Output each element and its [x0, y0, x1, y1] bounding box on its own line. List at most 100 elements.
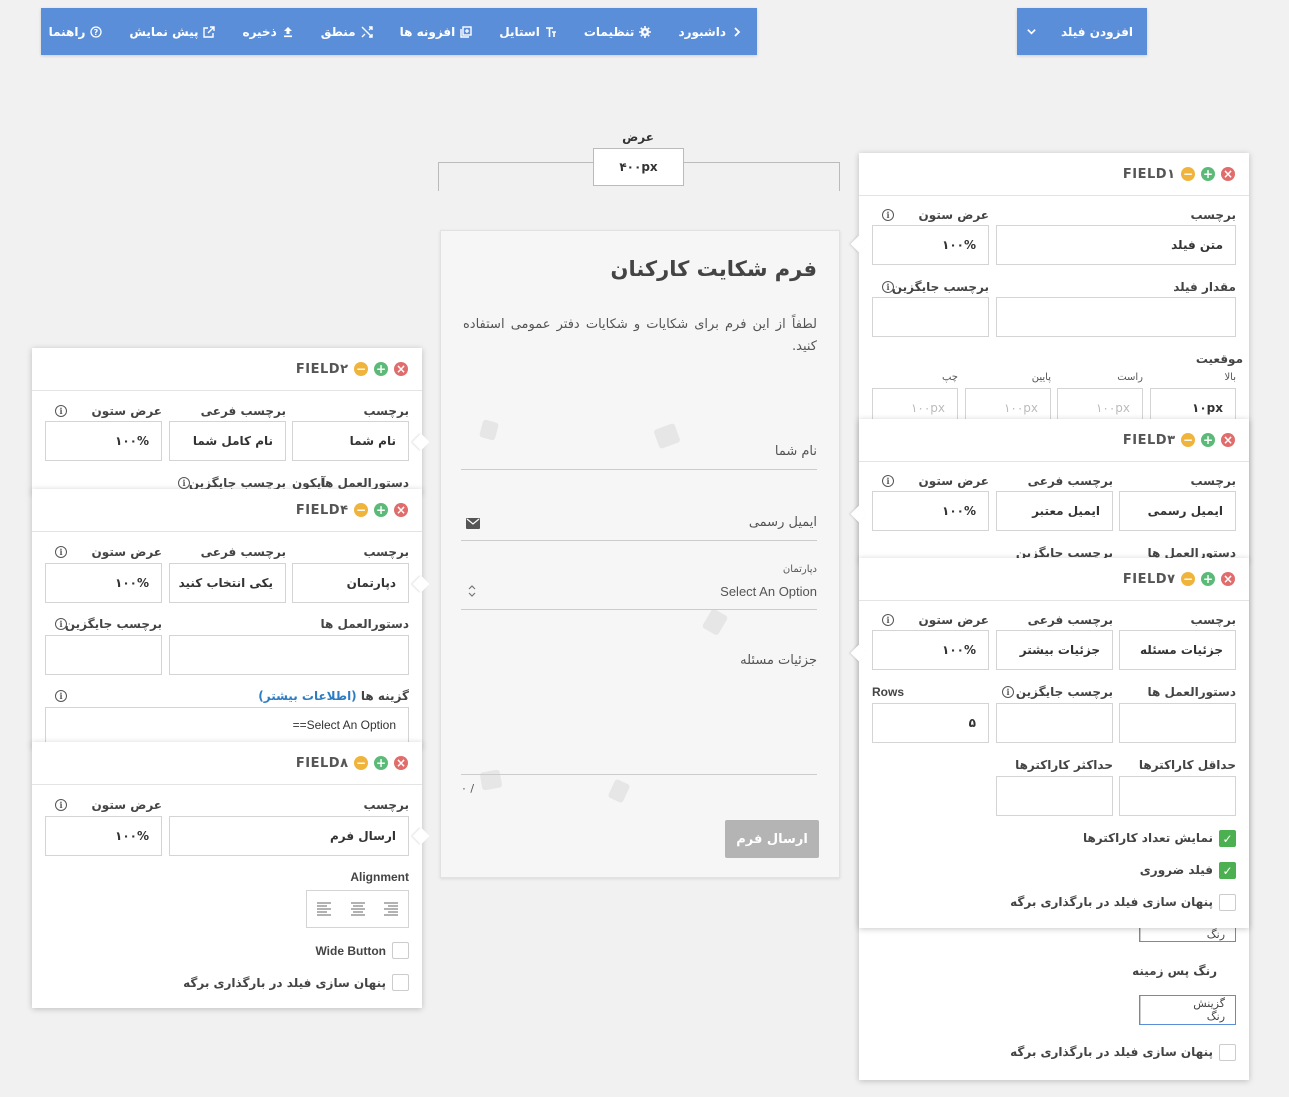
chevron-right-icon: [734, 26, 741, 37]
field7-width-input[interactable]: ۱۰۰%: [872, 630, 989, 670]
close-icon[interactable]: ×: [1221, 167, 1235, 181]
department-line: [461, 609, 817, 610]
nav-style[interactable]: استایل: [499, 25, 557, 39]
wide-button-checkbox[interactable]: [392, 942, 409, 959]
position-label: موقعیت: [1195, 352, 1243, 366]
field3-label-input[interactable]: ایمیل رسمی: [1119, 491, 1236, 531]
info-icon[interactable]: i: [55, 405, 67, 417]
field3-width-input[interactable]: ۱۰۰%: [872, 491, 989, 531]
add-icon[interactable]: +: [374, 756, 388, 770]
nav-preview-label: پیش نمایش: [129, 24, 199, 39]
field4-sublabel-input[interactable]: یکی انتخاب کنید: [169, 563, 286, 603]
help-icon: ?: [90, 25, 103, 38]
collapse-icon[interactable]: −: [354, 756, 368, 770]
field1-label-input[interactable]: متن فیلد: [996, 225, 1236, 265]
info-icon[interactable]: i: [178, 477, 190, 489]
department-select[interactable]: Select An Option: [720, 584, 817, 599]
add-icon[interactable]: +: [1201, 167, 1215, 181]
collapse-icon[interactable]: −: [1181, 167, 1195, 181]
info-icon[interactable]: i: [55, 799, 67, 811]
show-count-checkbox[interactable]: ✓: [1219, 830, 1236, 847]
name-field-line: [461, 469, 817, 470]
close-icon[interactable]: ×: [1221, 572, 1235, 586]
field7-placeholder-input[interactable]: [996, 703, 1113, 743]
field1-placeholder-input[interactable]: [872, 297, 989, 337]
info-icon[interactable]: i: [55, 618, 67, 630]
close-icon[interactable]: ×: [394, 362, 408, 376]
info-icon[interactable]: i: [1002, 686, 1014, 698]
field4-width-input[interactable]: ۱۰۰%: [45, 563, 162, 603]
info-icon[interactable]: i: [882, 209, 894, 221]
hide-on-load-checkbox[interactable]: [1219, 894, 1236, 911]
field3-sublabel-input[interactable]: ایمیل معتبر: [996, 491, 1113, 531]
field7-min-chars-input[interactable]: [1119, 776, 1236, 816]
collapse-icon[interactable]: −: [1181, 572, 1195, 586]
field7-rows-input[interactable]: ۵: [872, 703, 989, 743]
field7-label-input[interactable]: جزئیات مسئله: [1119, 630, 1236, 670]
label-label: برچسب: [1190, 208, 1236, 222]
hide-on-load-checkbox[interactable]: [392, 974, 409, 991]
info-icon[interactable]: i: [55, 690, 67, 702]
field7-sublabel-input[interactable]: جزئیات بیشتر: [996, 630, 1113, 670]
width-input[interactable]: ۴۰۰px: [593, 148, 684, 186]
field1-width-input[interactable]: ۱۰۰%: [872, 225, 989, 265]
field3-title: FIELD۳: [1122, 432, 1175, 448]
field7-instructions-input[interactable]: [1119, 703, 1236, 743]
name-field-placeholder[interactable]: نام شما: [775, 444, 817, 459]
external-link-icon: [203, 25, 216, 38]
email-field-placeholder[interactable]: ایمیل رسمی: [749, 515, 817, 530]
add-icon[interactable]: +: [374, 503, 388, 517]
nav-logic[interactable]: منطق: [321, 25, 373, 39]
field4-placeholder-input[interactable]: [45, 635, 162, 675]
collapse-icon[interactable]: −: [354, 362, 368, 376]
field7-max-chars-input[interactable]: [996, 776, 1113, 816]
align-right-icon[interactable]: [383, 902, 399, 916]
placeholder-label: برچسب جایگزین: [188, 476, 286, 490]
info-icon[interactable]: i: [882, 614, 894, 626]
align-left-icon[interactable]: [316, 902, 332, 916]
nav-dashboard[interactable]: داشبورد: [678, 25, 743, 39]
required-checkbox[interactable]: ✓: [1219, 862, 1236, 879]
add-icon[interactable]: +: [374, 362, 388, 376]
pos-bottom-label: پایین: [1031, 372, 1051, 383]
more-info-link[interactable]: (اطلاعات بیشتر): [258, 689, 356, 703]
close-icon[interactable]: ×: [394, 756, 408, 770]
nav-preview[interactable]: پیش نمایش: [129, 24, 216, 39]
hide-on-load-checkbox[interactable]: [1219, 1044, 1236, 1061]
pos-left-label: چپ: [941, 372, 958, 383]
show-count-label: نمایش تعداد کاراکترها: [1082, 831, 1213, 845]
nav-save[interactable]: ذخیره: [242, 25, 293, 39]
required-label: فیلد ضروری: [1139, 863, 1213, 877]
info-icon[interactable]: i: [55, 546, 67, 558]
field8-label-input[interactable]: ارسال فرم: [169, 816, 409, 856]
close-icon[interactable]: ×: [394, 503, 408, 517]
field8-width-input[interactable]: ۱۰۰%: [45, 816, 162, 856]
field2-label-input[interactable]: نام شما: [292, 421, 409, 461]
hide-on-load-label: پنهان سازی فیلد در بارگذاری برگه: [183, 976, 386, 990]
field4-options-textarea[interactable]: Select An Option==: [45, 707, 409, 747]
nav-addons[interactable]: افزونه ها: [400, 25, 473, 39]
nav-settings[interactable]: تنظیمات: [584, 25, 652, 39]
info-icon[interactable]: i: [882, 475, 894, 487]
field2-sublabel-input[interactable]: نام کامل شما: [169, 421, 286, 461]
field8-header: × + − FIELD۸: [32, 742, 422, 785]
form-title: فرم شکایت کارکنان: [610, 257, 817, 281]
field4-instructions-input[interactable]: [169, 635, 409, 675]
nav-help[interactable]: ? راهنما: [49, 25, 103, 39]
add-field-button[interactable]: افزودن فیلد: [1017, 8, 1147, 55]
field1-value-input[interactable]: [996, 297, 1236, 337]
nav-addons-label: افزونه ها: [399, 24, 456, 39]
collapse-icon[interactable]: −: [354, 503, 368, 517]
submit-button[interactable]: ارسال فرم: [725, 820, 819, 858]
add-icon[interactable]: +: [1201, 433, 1215, 447]
chevron-down-icon: [1027, 29, 1036, 35]
bg-color-picker-button[interactable]: گزینش رنگ: [1139, 995, 1236, 1025]
add-icon[interactable]: +: [1201, 572, 1215, 586]
close-icon[interactable]: ×: [1221, 433, 1235, 447]
align-center-icon[interactable]: [350, 902, 366, 916]
collapse-icon[interactable]: −: [1181, 433, 1195, 447]
details-field-placeholder[interactable]: جزئیات مسئله: [740, 653, 817, 668]
field4-label-input[interactable]: دپارتمان: [292, 563, 409, 603]
info-icon[interactable]: i: [882, 281, 894, 293]
field2-width-input[interactable]: ۱۰۰%: [45, 421, 162, 461]
